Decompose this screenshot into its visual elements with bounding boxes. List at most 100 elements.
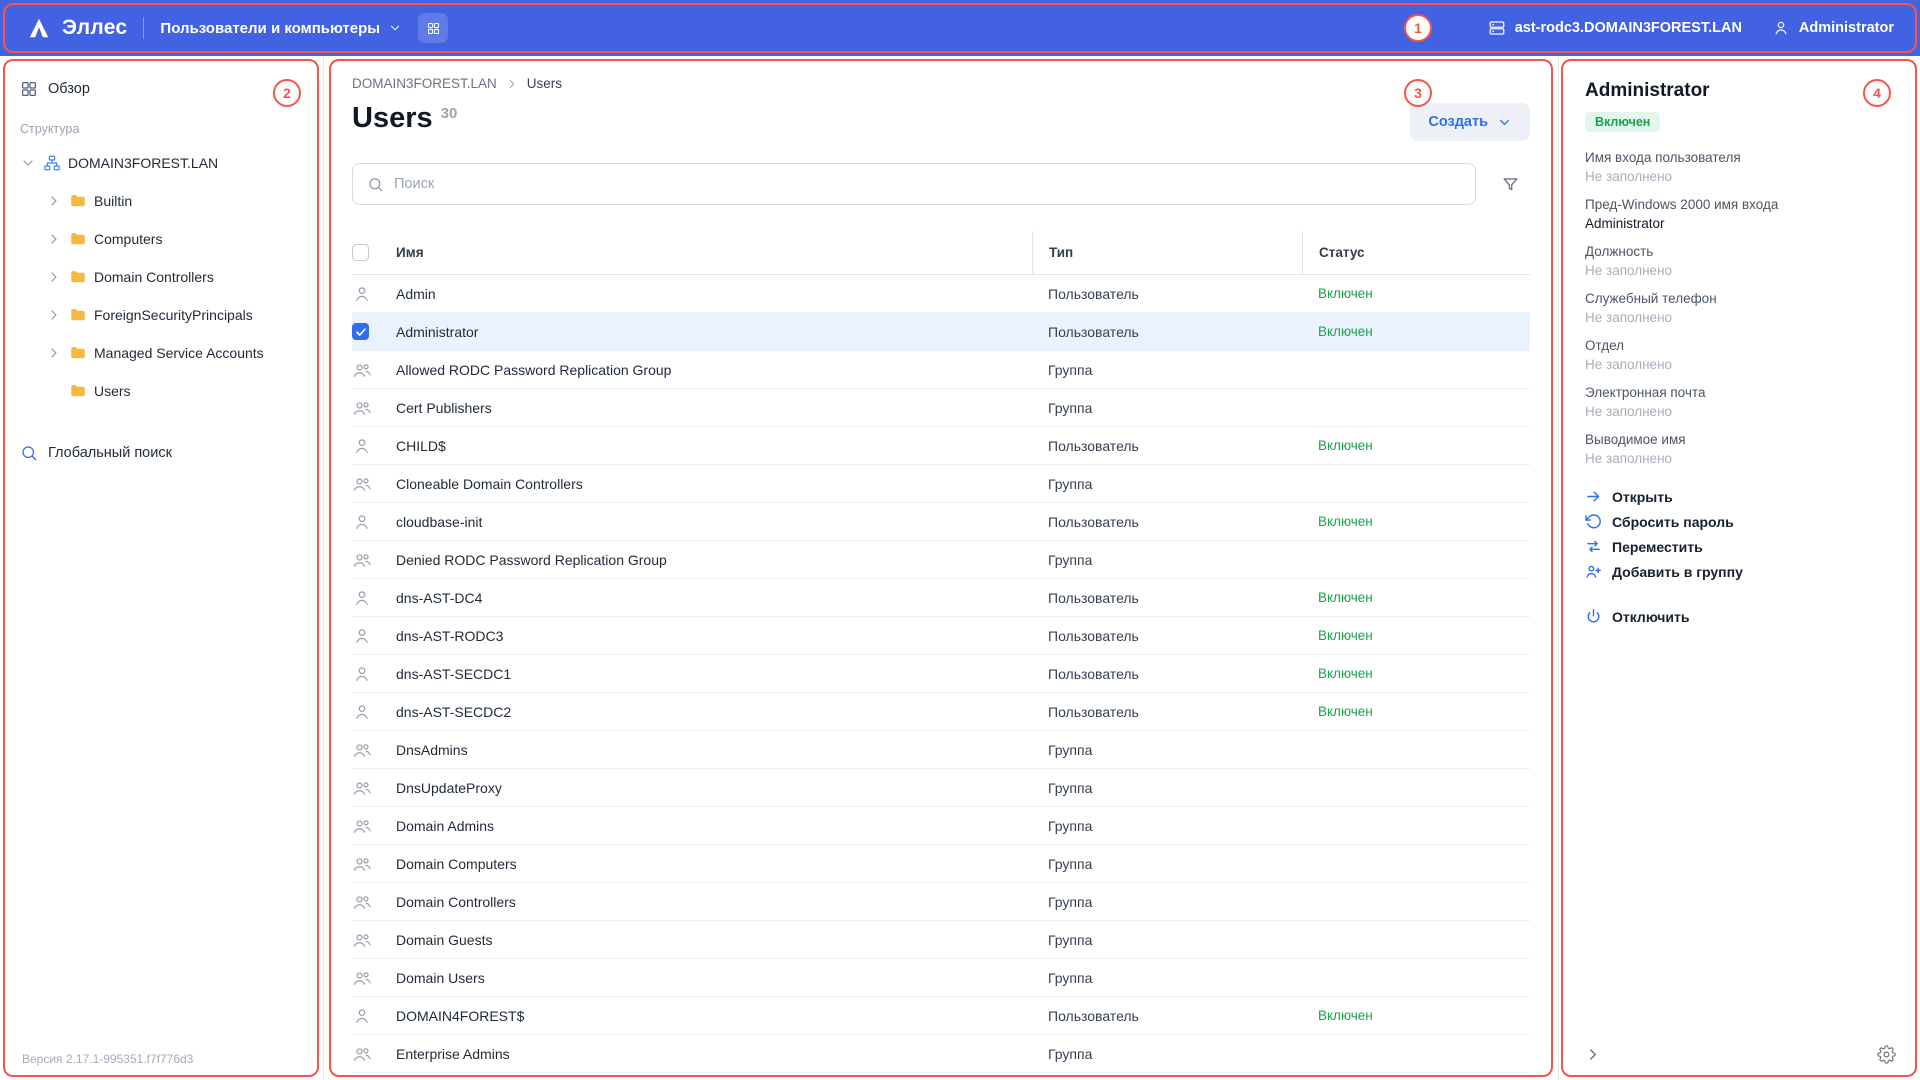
table-row[interactable]: AdministratorПользовательВключен (352, 313, 1530, 351)
chevron-down-icon[interactable] (20, 155, 36, 171)
cell-name: Domain Users (396, 970, 1032, 986)
detail-field-value: Не заполнено (1585, 263, 1894, 278)
table-row[interactable]: dns-AST-SECDC1ПользовательВключен (352, 655, 1530, 693)
cell-type: Пользователь (1032, 324, 1302, 340)
search-row (352, 163, 1530, 205)
details-fields: Имя входа пользователяНе заполненоПред-W… (1585, 150, 1894, 466)
user-icon (352, 626, 372, 646)
table-row[interactable]: DOMAIN4FOREST$ПользовательВключен (352, 997, 1530, 1035)
search-input[interactable] (394, 176, 1461, 192)
cell-type: Группа (1032, 970, 1302, 986)
tree-item-root[interactable]: DOMAIN3FOREST.LAN (20, 144, 303, 182)
cell-name: CHILD$ (396, 438, 1032, 454)
tree-item[interactable]: Domain Controllers (20, 258, 303, 296)
disable-action[interactable]: Отключить (1585, 608, 1894, 625)
tree-item[interactable]: ForeignSecurityPrincipals (20, 296, 303, 334)
table-row[interactable]: CHILD$ПользовательВключен (352, 427, 1530, 465)
table-row[interactable]: Domain GuestsГруппа (352, 921, 1530, 959)
detail-field-value: Не заполнено (1585, 357, 1894, 372)
cell-name: Domain Admins (396, 818, 1032, 834)
chevron-right-icon[interactable] (46, 345, 62, 361)
detail-field-label: Должность (1585, 244, 1894, 259)
group-icon (352, 360, 372, 380)
table-row[interactable]: Enterprise Key AdminsГруппа (352, 1073, 1530, 1080)
details-title: Administrator (1585, 80, 1894, 102)
server-chip[interactable]: ast-rodc3.DOMAIN3FOREST.LAN (1488, 19, 1742, 37)
column-header-type[interactable]: Тип (1032, 231, 1302, 274)
tree-item[interactable]: Users (20, 372, 303, 410)
tree-item[interactable]: Builtin (20, 182, 303, 220)
reset-password-action[interactable]: Сбросить пароль (1585, 513, 1894, 530)
title-row: Users 30 Создать (352, 103, 1530, 141)
chevron-right-icon[interactable] (46, 307, 62, 323)
chevron-right-icon[interactable] (46, 193, 62, 209)
table-row[interactable]: Cert PublishersГруппа (352, 389, 1530, 427)
table-row[interactable]: DnsAdminsГруппа (352, 731, 1530, 769)
tree-item-label: Domain Controllers (94, 269, 214, 285)
arrow-right-icon (1585, 488, 1602, 505)
table-row[interactable]: AdminПользовательВключен (352, 275, 1530, 313)
detail-field-label: Выводимое имя (1585, 432, 1894, 447)
topbar-right: ast-rodc3.DOMAIN3FOREST.LAN Administrato… (1488, 19, 1894, 37)
row-checkbox[interactable] (352, 323, 369, 340)
column-header-name[interactable]: Имя (396, 231, 1032, 274)
create-button-label: Создать (1428, 114, 1488, 130)
table-row[interactable]: Enterprise AdminsГруппа (352, 1035, 1530, 1073)
table-row[interactable]: dns-AST-DC4ПользовательВключен (352, 579, 1530, 617)
table-row[interactable]: Domain ControllersГруппа (352, 883, 1530, 921)
content: Обзор Структура DOMAIN3FOREST.LAN Builti… (0, 56, 1920, 1080)
sidebar-item-global-search[interactable]: Глобальный поиск (20, 444, 303, 462)
search-box[interactable] (352, 163, 1476, 205)
header-divider (143, 17, 144, 39)
table-row[interactable]: Domain UsersГруппа (352, 959, 1530, 997)
open-action[interactable]: Открыть (1585, 488, 1894, 505)
chevron-right-icon (1584, 1045, 1602, 1063)
cell-type: Пользователь (1032, 514, 1302, 530)
cell-name: dns-AST-DC4 (396, 590, 1032, 606)
move-action[interactable]: Переместить (1585, 538, 1894, 555)
dashboard-icon (20, 80, 38, 98)
table-row[interactable]: dns-AST-SECDC2ПользовательВключен (352, 693, 1530, 731)
settings-button[interactable] (1872, 1040, 1900, 1068)
user-icon (352, 702, 372, 722)
create-button[interactable]: Создать (1410, 103, 1530, 141)
select-all-checkbox[interactable] (352, 244, 369, 261)
cell-name: dns-AST-SECDC1 (396, 666, 1032, 682)
apps-button[interactable] (418, 13, 448, 43)
filter-button[interactable] (1490, 164, 1530, 204)
user-icon (352, 588, 372, 608)
panel-footer (1579, 1040, 1900, 1068)
cell-name: Domain Guests (396, 932, 1032, 948)
chevron-right-icon[interactable] (46, 231, 62, 247)
detail-field-label: Электронная почта (1585, 385, 1894, 400)
chevron-right-icon[interactable] (46, 269, 62, 285)
table-row[interactable]: DnsUpdateProxyГруппа (352, 769, 1530, 807)
brand-name: Эллес (62, 16, 127, 40)
table-row[interactable]: Allowed RODC Password Replication GroupГ… (352, 351, 1530, 389)
cell-type: Пользователь (1032, 704, 1302, 720)
cell-type: Группа (1032, 856, 1302, 872)
tree-item[interactable]: Managed Service Accounts (20, 334, 303, 372)
column-header-status[interactable]: Статус (1302, 231, 1530, 274)
main-panel: DOMAIN3FOREST.LAN Users Users 30 Создать (324, 56, 1558, 1080)
domain-icon (43, 154, 61, 172)
collapse-panel-button[interactable] (1579, 1040, 1607, 1068)
tree-item[interactable]: Computers (20, 220, 303, 258)
tree-item-label: Computers (94, 231, 162, 247)
sidebar-item-overview[interactable]: Обзор (20, 80, 303, 98)
add-to-group-action[interactable]: Добавить в группу (1585, 563, 1894, 580)
cell-type: Группа (1032, 476, 1302, 492)
table-row[interactable]: Denied RODC Password Replication GroupГр… (352, 541, 1530, 579)
module-dropdown[interactable]: Пользователи и компьютеры (160, 20, 402, 37)
table-row[interactable]: dns-AST-RODC3ПользовательВключен (352, 617, 1530, 655)
user-icon (352, 1006, 372, 1026)
tree-item-label: ForeignSecurityPrincipals (94, 307, 253, 323)
breadcrumb-domain[interactable]: DOMAIN3FOREST.LAN (352, 76, 497, 91)
table-row[interactable]: Cloneable Domain ControllersГруппа (352, 465, 1530, 503)
action-label: Переместить (1612, 539, 1703, 555)
table-row[interactable]: cloudbase-initПользовательВключен (352, 503, 1530, 541)
table-row[interactable]: Domain ComputersГруппа (352, 845, 1530, 883)
group-icon (352, 816, 372, 836)
table-row[interactable]: Domain AdminsГруппа (352, 807, 1530, 845)
user-menu[interactable]: Administrator (1772, 19, 1894, 37)
